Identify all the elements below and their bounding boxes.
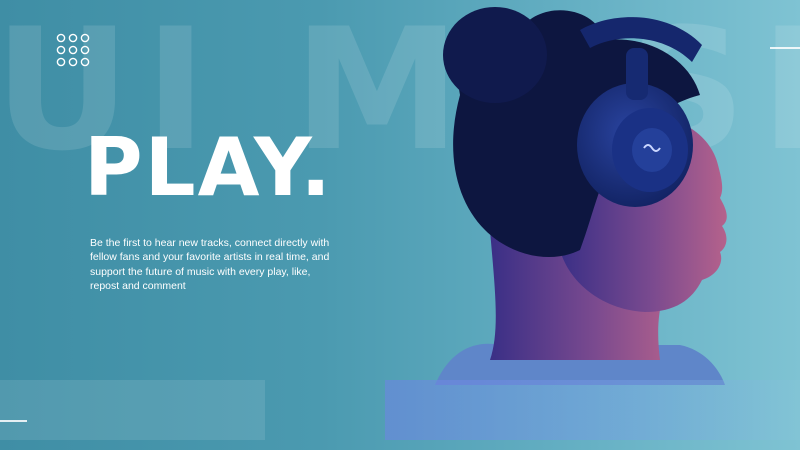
hero-banner: UI MUSIC	[0, 0, 800, 450]
hero-person-image	[435, 7, 727, 385]
grid-menu-icon[interactable]	[56, 33, 90, 67]
hero-title: PLAY.	[84, 121, 333, 214]
decorative-band-right	[385, 380, 800, 440]
decorative-band-left	[0, 380, 265, 440]
hero-description: Be the first to hear new tracks, connect…	[90, 237, 330, 293]
